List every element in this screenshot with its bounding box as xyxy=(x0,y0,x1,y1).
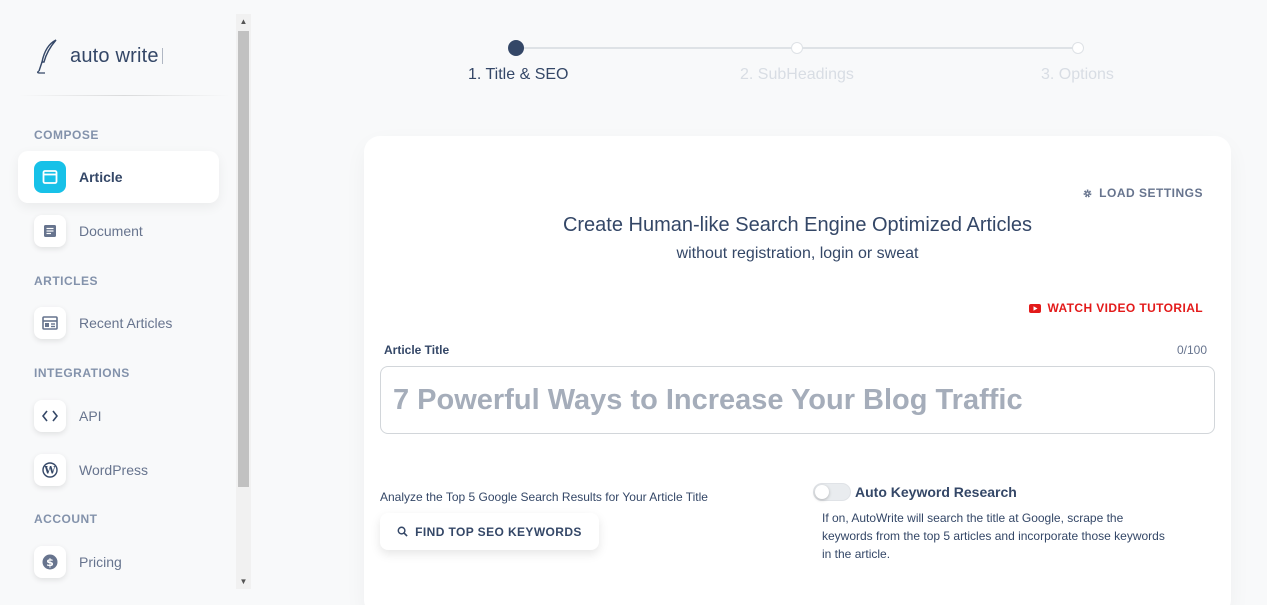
article-title-label: Article Title xyxy=(384,343,450,357)
sidebar-item-recent-articles[interactable]: Recent Articles xyxy=(18,297,219,349)
window-icon xyxy=(34,161,66,193)
step-connector xyxy=(797,47,1078,49)
sidebar-scrollbar[interactable]: ▲ ▼ xyxy=(236,14,251,589)
step-dot-1[interactable] xyxy=(508,40,524,56)
find-top-seo-keywords-button[interactable]: FIND TOP SEO KEYWORDS xyxy=(380,513,599,550)
sidebar-item-label: WordPress xyxy=(79,462,148,478)
brand-divider xyxy=(18,95,230,96)
svg-text:$: $ xyxy=(46,556,54,569)
wordpress-icon: W xyxy=(34,454,66,486)
auto-keyword-research-help: If on, AutoWrite will search the title a… xyxy=(822,511,1165,561)
page-subheadline: without registration, login or sweat xyxy=(676,245,919,262)
article-form-card: LOAD SETTINGS Create Human-like Search E… xyxy=(364,136,1231,605)
auto-keyword-research-toggle[interactable] xyxy=(813,483,851,501)
sidebar-item-pricing[interactable]: $ Pricing xyxy=(18,536,219,588)
auto-keyword-research-label: Auto Keyword Research xyxy=(855,484,1017,500)
code-icon xyxy=(34,400,66,432)
sidebar-item-label: Recent Articles xyxy=(79,315,173,331)
svg-text:W: W xyxy=(43,466,56,477)
scroll-down-arrow-icon[interactable]: ▼ xyxy=(236,574,251,589)
watch-video-label: WATCH VIDEO TUTORIAL xyxy=(1047,301,1203,315)
document-icon xyxy=(34,215,66,247)
analyze-description: Analyze the Top 5 Google Search Results … xyxy=(380,490,708,504)
section-label-articles: ARTICLES xyxy=(34,274,98,288)
gear-icon xyxy=(1083,189,1092,197)
sidebar-item-document[interactable]: Document xyxy=(18,205,219,257)
text-caret xyxy=(161,48,163,64)
quill-pen-icon xyxy=(37,39,57,74)
wizard-stepper: 1. Title & SEO 2. SubHeadings 3. Options xyxy=(440,38,1140,98)
sidebar-item-api[interactable]: API xyxy=(18,390,219,442)
table-icon xyxy=(34,307,66,339)
youtube-icon xyxy=(1029,303,1042,313)
scrollbar-thumb[interactable] xyxy=(238,31,249,487)
character-counter: 0/100 xyxy=(1176,343,1207,357)
section-label-compose: COMPOSE xyxy=(34,128,99,142)
scroll-up-arrow-icon[interactable]: ▲ xyxy=(236,14,251,29)
sidebar: auto write COMPOSE Article Document ARTI… xyxy=(0,0,236,605)
sidebar-item-article[interactable]: Article xyxy=(18,151,219,203)
brand-name: auto write xyxy=(70,44,159,67)
watch-video-tutorial-link[interactable]: WATCH VIDEO TUTORIAL xyxy=(1029,301,1203,315)
sidebar-item-label: Document xyxy=(79,223,143,239)
find-button-label: FIND TOP SEO KEYWORDS xyxy=(415,524,582,539)
page-headline: Create Human-like Search Engine Optimize… xyxy=(562,214,1033,236)
load-settings-label: LOAD SETTINGS xyxy=(1099,186,1203,200)
step-connector xyxy=(516,47,797,49)
step-dot-2[interactable] xyxy=(791,42,803,54)
load-settings-button[interactable]: LOAD SETTINGS xyxy=(1082,186,1203,200)
sidebar-item-label: Pricing xyxy=(79,554,122,570)
step-label-title-seo[interactable]: 1. Title & SEO xyxy=(468,66,568,84)
section-label-account: ACCOUNT xyxy=(34,512,98,526)
step-dot-3[interactable] xyxy=(1072,42,1084,54)
section-label-integrations: INTEGRATIONS xyxy=(34,366,130,380)
article-title-input[interactable] xyxy=(380,366,1215,434)
dollar-icon: $ xyxy=(34,546,66,578)
step-label-subheadings[interactable]: 2. SubHeadings xyxy=(740,66,854,84)
brand[interactable]: auto write xyxy=(34,36,163,76)
sidebar-item-label: API xyxy=(79,408,102,424)
search-icon xyxy=(397,526,408,537)
sidebar-item-label: Article xyxy=(79,169,123,185)
step-label-options[interactable]: 3. Options xyxy=(1041,66,1114,84)
sidebar-item-wordpress[interactable]: W WordPress xyxy=(18,444,219,496)
toggle-knob xyxy=(815,485,829,499)
